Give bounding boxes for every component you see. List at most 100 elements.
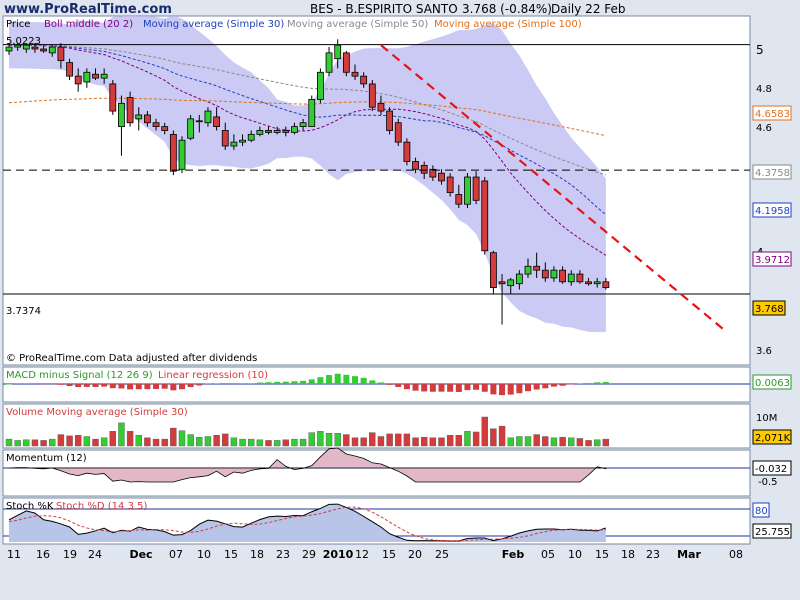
candle: [169, 130, 177, 176]
macd-bar: [75, 384, 82, 388]
volume-bar: [377, 436, 385, 447]
volume-bar: [576, 438, 584, 447]
x-axis-label: 18: [621, 548, 635, 561]
volume-bar: [472, 431, 480, 447]
candle: [446, 173, 454, 197]
x-axis-label: 2010: [323, 548, 354, 561]
macd-bar: [464, 384, 471, 391]
volume-bar: [178, 430, 186, 447]
volume-bar: [49, 438, 56, 447]
volume-bar: [144, 437, 151, 447]
volume-bar: [446, 435, 454, 447]
macd-bar: [438, 384, 445, 392]
candle-body: [74, 75, 82, 85]
candle-body: [247, 133, 255, 141]
macd-bar: [334, 373, 341, 384]
volume-bar: [57, 434, 65, 447]
macd-bar: [542, 384, 549, 389]
candle-body: [559, 269, 566, 283]
candle-body: [299, 122, 307, 128]
site-logo[interactable]: www.ProRealTime.com: [4, 2, 172, 17]
candle-body: [31, 46, 39, 50]
x-axis-label: 07: [169, 548, 183, 561]
candle-body: [515, 273, 523, 285]
volume-bar: [5, 438, 13, 447]
candle: [481, 177, 489, 255]
volume-bar: [516, 436, 523, 447]
macd-bar: [153, 384, 160, 389]
legend-boll-middle: Boll middle (20 2): [44, 19, 133, 30]
volume-bar: [490, 428, 497, 447]
macd-bar: [403, 384, 410, 390]
volume-bar: [126, 431, 134, 447]
volume-bar: [109, 431, 117, 447]
volume-bar: [239, 438, 246, 447]
macd-bar: [533, 384, 540, 390]
x-axis-label: 10: [197, 548, 211, 561]
macd-bar: [585, 383, 592, 384]
macd-bar: [594, 382, 601, 384]
ma100-tag: 4.6583: [755, 109, 790, 120]
macd-bar: [360, 377, 367, 384]
candle-body: [100, 73, 108, 79]
candle-body: [169, 133, 177, 172]
volume-bar: [481, 416, 488, 447]
volume-bar: [438, 437, 445, 447]
macd-bar: [66, 384, 73, 386]
candle-body: [464, 176, 471, 205]
volume-bar: [386, 433, 393, 447]
candle-body: [334, 44, 342, 60]
volume-bar: [585, 440, 592, 447]
candle: [187, 114, 195, 141]
volume-bar: [74, 435, 82, 447]
candle: [489, 250, 497, 294]
candle-body: [291, 126, 298, 133]
volume-bar: [118, 422, 125, 447]
volume-bar: [343, 434, 350, 447]
x-axis-label: 15: [595, 548, 609, 561]
candle-body: [57, 46, 65, 62]
candle-body: [109, 83, 117, 112]
volume-bar: [334, 433, 341, 447]
volume-bar: [265, 440, 272, 447]
macd-bar: [274, 381, 281, 384]
volume-bar: [369, 432, 376, 447]
ma50-tag: 4.3758: [755, 168, 790, 179]
price-tick: 4.6: [756, 123, 772, 134]
volume-tick: 10M: [756, 413, 777, 424]
volume-bar: [299, 438, 307, 447]
x-axis-label: 25: [435, 548, 449, 561]
x-axis-label: Mar: [677, 548, 701, 561]
macd-bar: [101, 384, 108, 387]
low-mark-label: 3.7374: [6, 306, 41, 317]
candle-body: [5, 46, 13, 52]
price-chart[interactable]: www.ProRealTime.com BES - B.ESPIRITO SAN…: [0, 0, 800, 600]
x-axis-label: 15: [382, 548, 396, 561]
macd-bar: [170, 384, 177, 391]
macd-bar: [187, 384, 194, 388]
candle-body: [161, 126, 169, 131]
macd-bar: [127, 384, 134, 390]
candle-body: [256, 130, 264, 135]
x-axis-label: 23: [646, 548, 660, 561]
macd-bar: [343, 374, 350, 384]
x-axis-label: 20: [408, 548, 422, 561]
volume-bar: [455, 435, 462, 447]
candle-body: [152, 122, 160, 128]
volume-bar: [317, 431, 324, 447]
price-tick: 3.6: [756, 346, 772, 357]
quote-value: 3.768 (-0.84%): [462, 2, 552, 16]
candle-body: [213, 116, 221, 128]
volume-bar: [273, 440, 281, 447]
volume-bar: [213, 435, 220, 447]
volume-bar: [23, 439, 30, 447]
volume-bar: [135, 435, 142, 447]
candle-body: [420, 164, 428, 174]
volume-bar: [395, 433, 402, 447]
macd-bar: [559, 384, 566, 386]
volume-bar: [464, 431, 471, 447]
macd-bar: [507, 384, 514, 395]
volume-bar: [161, 438, 168, 447]
candle-body: [446, 176, 454, 193]
volume-bar: [170, 427, 177, 447]
